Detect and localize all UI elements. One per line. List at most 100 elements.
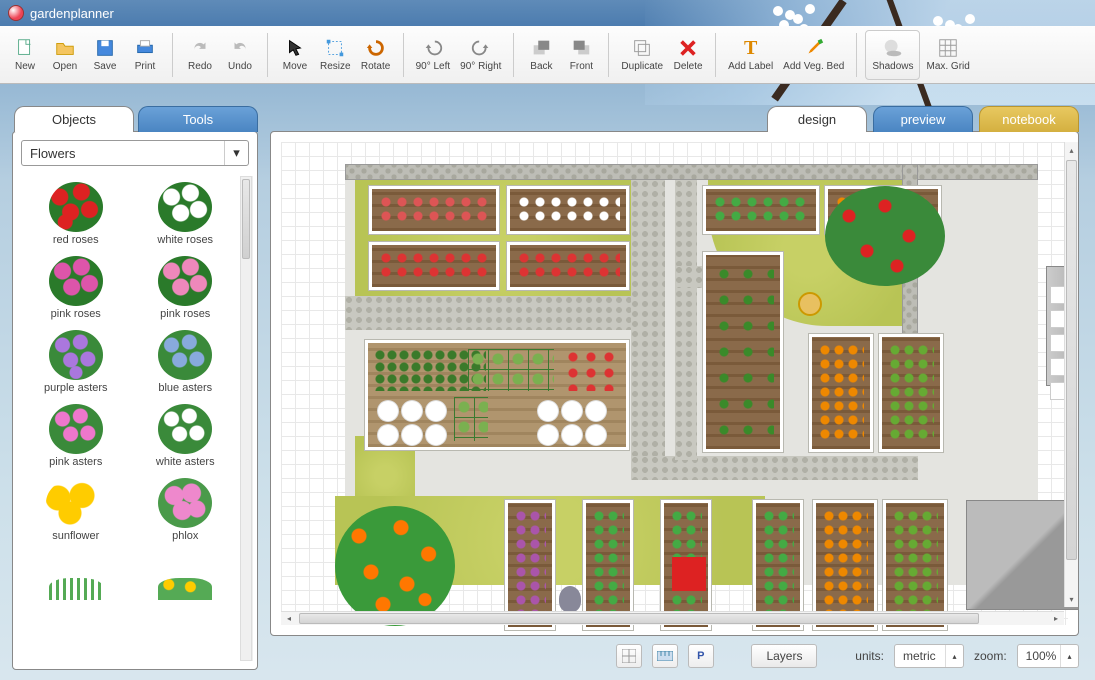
print-icon xyxy=(134,37,156,59)
carrot-icon xyxy=(803,37,825,59)
redo-button[interactable]: Redo xyxy=(181,30,219,80)
undo-icon xyxy=(229,37,251,59)
canvas-vertical-scrollbar[interactable]: ▴▾ xyxy=(1064,142,1078,607)
undo-button[interactable]: Undo xyxy=(221,30,259,80)
design-canvas-wrap: ▴▾ ◂▸ xyxy=(270,131,1079,636)
toolbar-separator xyxy=(403,33,404,77)
move-label: Move xyxy=(283,61,307,72)
front-icon xyxy=(570,37,592,59)
toolbar-separator xyxy=(608,33,609,77)
rotate-left-button[interactable]: 90° Left xyxy=(412,30,455,80)
flower-icon xyxy=(49,330,103,380)
app-logo-icon xyxy=(8,5,24,21)
resize-icon xyxy=(324,37,346,59)
palette-item-label: pink roses xyxy=(160,308,210,320)
tab-preview-label: preview xyxy=(901,112,946,127)
rotate-right-button[interactable]: 90° Right xyxy=(456,30,505,80)
new-file-icon xyxy=(14,37,36,59)
max-grid-button[interactable]: Max. Grid xyxy=(922,30,973,80)
palette-item-label: red roses xyxy=(53,234,99,246)
add-veg-bed-button[interactable]: Add Veg. Bed xyxy=(779,30,848,80)
palette-item[interactable]: phlox xyxy=(133,476,239,542)
garden-shed xyxy=(966,500,1079,610)
palette-item[interactable]: blue asters xyxy=(133,328,239,394)
max-grid-label: Max. Grid xyxy=(926,61,969,72)
tab-tools[interactable]: Tools xyxy=(138,106,258,132)
units-label: units: xyxy=(855,649,884,663)
rotate-left-label: 90° Left xyxy=(416,61,451,72)
toolbar-separator xyxy=(172,33,173,77)
tab-objects[interactable]: Objects xyxy=(14,106,134,132)
add-label-label: Add Label xyxy=(728,61,773,72)
shadows-toggle[interactable]: Shadows xyxy=(865,30,920,80)
flower-icon xyxy=(158,478,212,528)
layers-button[interactable]: Layers xyxy=(751,644,817,668)
units-select[interactable]: metric▴ xyxy=(894,644,964,668)
palette-item[interactable]: red roses xyxy=(23,180,129,246)
canvas-horizontal-scrollbar[interactable]: ◂▸ xyxy=(281,611,1064,625)
rotate-right-label: 90° Right xyxy=(460,61,501,72)
grid-toggle-button[interactable] xyxy=(616,644,642,668)
save-disk-icon xyxy=(94,37,116,59)
flower-icon xyxy=(158,404,212,454)
tab-design[interactable]: design xyxy=(767,106,867,132)
bring-front-button[interactable]: Front xyxy=(562,30,600,80)
tab-preview[interactable]: preview xyxy=(873,106,973,132)
rotate-button[interactable]: Rotate xyxy=(357,30,395,80)
palette-item-label: blue asters xyxy=(158,382,212,394)
person-icon xyxy=(559,586,581,612)
move-button[interactable]: Move xyxy=(276,30,314,80)
palette-item-label: white roses xyxy=(157,234,213,246)
palette-item[interactable]: pink roses xyxy=(23,254,129,320)
delete-label: Delete xyxy=(674,61,703,72)
tab-tools-label: Tools xyxy=(183,112,213,127)
category-dropdown[interactable]: Flowers ▾ xyxy=(21,140,249,166)
palette-item[interactable]: purple asters xyxy=(23,328,129,394)
toolbar-separator xyxy=(856,33,857,77)
main-toolbar: New Open Save Print Redo Undo Move Resiz… xyxy=(0,26,1095,84)
ruler-toggle-button[interactable] xyxy=(652,644,678,668)
palette-item[interactable] xyxy=(23,550,129,604)
delete-x-icon xyxy=(677,37,699,59)
duplicate-icon xyxy=(631,37,653,59)
palette-item[interactable]: white asters xyxy=(133,402,239,468)
dropdown-arrow-icon: ▾ xyxy=(224,141,248,165)
object-palette: red roses white roses pink roses pink ro… xyxy=(21,176,253,661)
palette-scrollbar[interactable] xyxy=(240,176,252,661)
palette-item-label: pink asters xyxy=(49,456,102,468)
save-label: Save xyxy=(94,61,117,72)
units-value: metric xyxy=(903,649,936,663)
rotate-label: Rotate xyxy=(361,61,390,72)
palette-item-label: white asters xyxy=(156,456,215,468)
delete-button[interactable]: Delete xyxy=(669,30,707,80)
back-label: Back xyxy=(530,61,552,72)
palette-item[interactable]: white roses xyxy=(133,180,239,246)
tab-notebook[interactable]: notebook xyxy=(979,106,1079,132)
fruit-tree xyxy=(335,506,455,626)
duplicate-button[interactable]: Duplicate xyxy=(617,30,667,80)
resize-button[interactable]: Resize xyxy=(316,30,355,80)
palette-item[interactable] xyxy=(133,550,239,604)
open-button[interactable]: Open xyxy=(46,30,84,80)
zoom-select[interactable]: 100%▴ xyxy=(1017,644,1079,668)
add-label-button[interactable]: T Add Label xyxy=(724,30,777,80)
new-label: New xyxy=(15,61,35,72)
print-label: Print xyxy=(135,61,156,72)
palette-item[interactable]: pink asters xyxy=(23,402,129,468)
text-t-icon: T xyxy=(740,37,762,59)
print-button[interactable]: Print xyxy=(126,30,164,80)
flower-icon xyxy=(158,578,212,600)
redo-label: Redo xyxy=(188,61,212,72)
redo-icon xyxy=(189,37,211,59)
save-button[interactable]: Save xyxy=(86,30,124,80)
flower-icon xyxy=(46,478,106,528)
ruler-icon xyxy=(657,651,673,661)
design-canvas[interactable] xyxy=(281,142,1068,625)
new-button[interactable]: New xyxy=(6,30,44,80)
send-back-button[interactable]: Back xyxy=(522,30,560,80)
tab-objects-label: Objects xyxy=(52,112,96,127)
palette-item[interactable]: pink roses xyxy=(133,254,239,320)
palette-item[interactable]: sunflower xyxy=(23,476,129,542)
flower-icon xyxy=(158,182,212,232)
p-button[interactable]: P xyxy=(688,644,714,668)
